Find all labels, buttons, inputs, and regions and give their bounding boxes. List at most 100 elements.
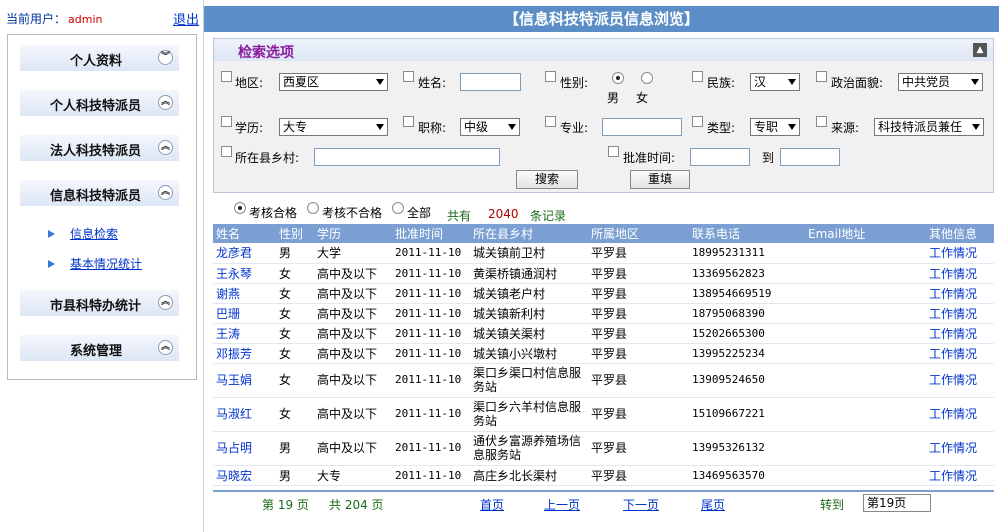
work-info-link[interactable]: 工作情况 — [926, 303, 994, 324]
gender-male-radio[interactable] — [612, 72, 624, 84]
filter-pass-radio[interactable] — [234, 202, 246, 214]
chevron-down-icon[interactable]: ︾ — [158, 50, 173, 65]
work-info-link[interactable]: 工作情况 — [926, 431, 994, 466]
name-link[interactable]: 马晓宏 — [213, 465, 276, 486]
village-cell: 城关镇新利村 — [470, 303, 588, 324]
menu-label: 法人科技特派员 — [50, 144, 142, 159]
name-input[interactable] — [460, 73, 521, 91]
chevron-up-icon[interactable]: ︽ — [158, 340, 173, 355]
education-select[interactable]: 大专 — [279, 118, 388, 136]
collapse-icon[interactable]: ▲ — [973, 43, 987, 57]
region-checkbox[interactable] — [221, 71, 232, 82]
search-header: 检索选项 ▲ — [214, 39, 993, 61]
type-select[interactable]: 专职 — [750, 118, 800, 136]
major-input[interactable] — [602, 118, 682, 136]
name-link[interactable]: 邓振芳 — [213, 343, 276, 364]
village-checkbox[interactable] — [221, 146, 232, 157]
menu-personal-profile[interactable]: 个人资料 ︾ — [20, 45, 179, 71]
submenu-info-search[interactable]: 信息检索 — [70, 225, 118, 242]
menu-personal-agent[interactable]: 个人科技特派员 ︽ — [20, 90, 179, 116]
name-link[interactable]: 马淑红 — [213, 397, 276, 432]
name-link[interactable]: 王涛 — [213, 323, 276, 344]
work-info-link[interactable]: 工作情况 — [926, 283, 994, 304]
reset-button[interactable]: 重填 — [630, 170, 690, 189]
status-filter: 考核合格 考核不合格 全部 共有 2040 条记录 — [204, 200, 999, 223]
village-input[interactable] — [314, 148, 500, 166]
prev-page-link[interactable]: 上一页 — [544, 496, 580, 513]
work-info-link[interactable]: 工作情况 — [926, 465, 994, 486]
name-link[interactable]: 王永琴 — [213, 263, 276, 284]
logout-link[interactable]: 退出 — [173, 9, 199, 28]
area-cell: 平罗县 — [588, 363, 689, 398]
work-info-link[interactable]: 工作情况 — [926, 323, 994, 344]
area-cell: 平罗县 — [588, 243, 689, 264]
major-checkbox[interactable] — [545, 116, 556, 127]
chevron-up-icon[interactable]: ︽ — [158, 295, 173, 310]
political-select[interactable]: 中共党员 — [898, 73, 983, 91]
area-cell: 平罗县 — [588, 431, 689, 466]
title-rank-label: 职称: — [418, 121, 447, 135]
work-info-link[interactable]: 工作情况 — [926, 243, 994, 264]
education-checkbox[interactable] — [221, 116, 232, 127]
source-select[interactable]: 科技特派员兼任 — [874, 118, 984, 136]
table-header: 姓名 性别 学历 批准时间 所在县乡村 所属地区 联系电话 Email地址 其他… — [213, 224, 994, 243]
chevron-up-icon[interactable]: ︽ — [158, 95, 173, 110]
village-cell: 城关镇小兴墩村 — [470, 343, 588, 364]
current-page: 第 19 页 — [262, 498, 309, 512]
chevron-up-icon[interactable]: ︽ — [158, 185, 173, 200]
approve-time-from-input[interactable] — [690, 148, 750, 166]
type-checkbox[interactable] — [692, 116, 703, 127]
name-link[interactable]: 龙彦君 — [213, 243, 276, 264]
arrow-right-icon — [48, 260, 55, 268]
filter-all-radio[interactable] — [392, 202, 404, 214]
goto-page-select[interactable]: 第19页 — [863, 494, 931, 512]
name-link[interactable]: 谢燕 — [213, 283, 276, 304]
chevron-up-icon[interactable]: ︽ — [158, 140, 173, 155]
village-cell: 渠口乡六羊村信息服务站 — [470, 397, 588, 432]
filter-fail-radio[interactable] — [307, 202, 319, 214]
menu-label: 市县科特办统计 — [50, 299, 142, 314]
approve-time-checkbox[interactable] — [608, 146, 619, 157]
work-info-link[interactable]: 工作情况 — [926, 343, 994, 364]
source-checkbox[interactable] — [816, 116, 827, 127]
gender-female-radio[interactable] — [641, 72, 653, 84]
name-checkbox[interactable] — [403, 71, 414, 82]
ethnicity-select[interactable]: 汉 — [750, 73, 800, 91]
title-rank-checkbox[interactable] — [403, 116, 414, 127]
name-link[interactable]: 马玉娟 — [213, 363, 276, 398]
dropdown-arrow-icon — [971, 79, 979, 85]
menu-info-agent[interactable]: 信息科技特派员 ︽ — [20, 180, 179, 206]
source-value: 科技特派员兼任 — [878, 120, 963, 134]
work-info-link[interactable]: 工作情况 — [926, 397, 994, 432]
submenu-basic-stats[interactable]: 基本情况统计 — [70, 255, 142, 272]
village-cell: 黄渠桥镇通润村 — [470, 263, 588, 284]
approve-date-cell: 2011-11-10 — [392, 397, 470, 432]
col-header: 批准时间 — [392, 224, 470, 243]
ethnicity-checkbox[interactable] — [692, 71, 703, 82]
table-row: 马占明男高中及以下 2011-11-10 通伏乡富源养殖场信息服务站 平罗县 13995… — [213, 431, 994, 466]
work-info-link[interactable]: 工作情况 — [926, 263, 994, 284]
menu-county-stats[interactable]: 市县科特办统计 ︽ — [20, 290, 179, 316]
table-row: 巴珊女高中及以下 2011-11-10 城关镇新利村 平罗县 18795068390 工作… — [213, 303, 994, 324]
menu-label: 个人资料 — [70, 54, 123, 69]
menu-system-admin[interactable]: 系统管理 ︽ — [20, 335, 179, 361]
menu-legal-agent[interactable]: 法人科技特派员 ︽ — [20, 135, 179, 161]
search-button[interactable]: 搜索 — [516, 170, 578, 189]
email-cell — [805, 343, 926, 364]
work-info-link[interactable]: 工作情况 — [926, 363, 994, 398]
approve-date-cell: 2011-11-10 — [392, 323, 470, 344]
next-page-link[interactable]: 下一页 — [623, 496, 659, 513]
region-select[interactable]: 西夏区 — [279, 73, 388, 91]
political-checkbox[interactable] — [816, 71, 827, 82]
approve-time-to-input[interactable] — [780, 148, 840, 166]
phone-cell: 13469563570 — [689, 465, 805, 486]
gender-checkbox[interactable] — [545, 71, 556, 82]
email-cell — [805, 323, 926, 344]
total-prefix: 共有 — [447, 209, 472, 223]
name-link[interactable]: 马占明 — [213, 431, 276, 466]
last-page-link[interactable]: 尾页 — [701, 496, 725, 513]
first-page-link[interactable]: 首页 — [480, 496, 504, 513]
approve-date-cell: 2011-11-10 — [392, 465, 470, 486]
name-link[interactable]: 巴珊 — [213, 303, 276, 324]
title-rank-select[interactable]: 中级 — [460, 118, 520, 136]
